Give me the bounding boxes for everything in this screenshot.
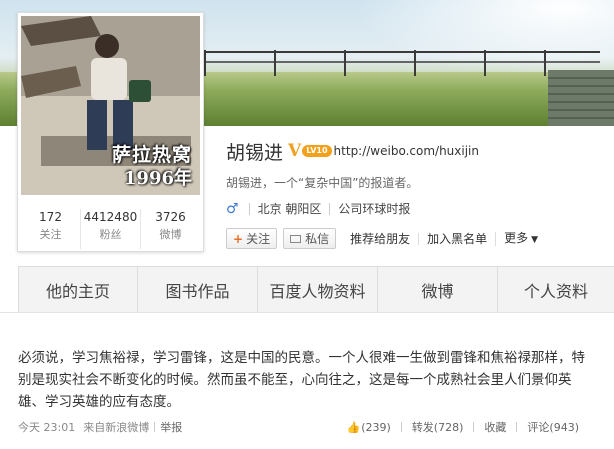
post-source[interactable]: 来自新浪微博	[83, 419, 149, 435]
profile-actions: + 关注 私信 推荐给朋友 加入黑名单 更多 ▼	[226, 228, 546, 249]
message-label: 私信	[305, 232, 330, 246]
more-menu[interactable]: 更多 ▼	[495, 230, 546, 246]
tab-baidu-profile[interactable]: 百度人物资料	[258, 267, 378, 313]
repost-button[interactable]: 转发(728)	[412, 419, 464, 435]
stat-followers-label: 粉丝	[99, 228, 122, 241]
avatar-caption-year: 1996年	[123, 168, 192, 189]
stat-following-label: 关注	[39, 228, 62, 241]
profile-meta: ♂ 北京 朝阳区 公司环球时报	[226, 200, 410, 217]
post-actions: 👍(239) 转发(728) 收藏 评论(943)	[347, 419, 579, 435]
profile-intro: 胡锡进，一个“复杂中国”的报道者。	[226, 176, 419, 190]
like-button[interactable]: 👍(239)	[347, 421, 391, 434]
tab-home[interactable]: 他的主页	[18, 267, 138, 313]
divider	[473, 422, 475, 432]
stat-posts-value: 3726	[155, 210, 186, 224]
male-icon: ♂	[226, 200, 239, 217]
tab-personal-info[interactable]: 个人资料	[498, 267, 614, 313]
stats-bar: 172 关注 4412480 粉丝 3726 微博	[21, 209, 200, 249]
tab-weibo[interactable]: 微博	[378, 267, 498, 313]
stat-following[interactable]: 172 关注	[21, 209, 81, 249]
thumbs-up-icon: 👍	[346, 420, 361, 434]
favorite-button[interactable]: 收藏	[484, 419, 506, 435]
avatar[interactable]: 萨拉热窝 1996年	[21, 16, 200, 195]
company-link[interactable]: 公司环球时报	[338, 200, 410, 217]
divider	[154, 422, 156, 432]
follow-button[interactable]: + 关注	[226, 228, 278, 249]
profile-name: 胡锡进	[226, 141, 284, 164]
more-label: 更多	[504, 230, 529, 245]
message-button[interactable]: 私信	[283, 228, 337, 249]
home-url-link[interactable]: http://weibo.com/huxijin	[334, 144, 479, 158]
divider	[248, 202, 250, 215]
follow-label: 关注	[246, 232, 271, 246]
blacklist-link[interactable]: 加入黑名单	[418, 232, 495, 245]
cover-fence	[200, 50, 600, 76]
chevron-down-icon: ▼	[531, 234, 539, 245]
stat-followers-value: 4412480	[83, 210, 138, 224]
stat-following-value: 172	[39, 210, 62, 224]
like-count: (239)	[361, 420, 391, 434]
profile-tabs: 他的主页 图书作品 百度人物资料 微博 个人资料	[18, 266, 614, 313]
level-badge[interactable]: LV10	[302, 145, 332, 157]
stat-posts[interactable]: 3726 微博	[141, 209, 200, 249]
report-link[interactable]: 举报	[160, 419, 182, 435]
post-meta: 今天 23:01 来自新浪微博 举报	[18, 419, 182, 435]
divider	[516, 422, 518, 432]
tab-books[interactable]: 图书作品	[138, 267, 258, 313]
profile-name-row: 胡锡进 V LV10 http://weibo.com/huxijin	[226, 138, 479, 164]
stat-followers[interactable]: 4412480 粉丝	[81, 209, 141, 249]
post-text: 必须说，学习焦裕禄，学习雷锋，这是中国的民意。一个人很难一生做到雷锋和焦裕禄那样…	[18, 350, 585, 410]
feed-post: 必须说，学习焦裕禄，学习雷锋，这是中国的民意。一个人很难一生做到雷锋和焦裕禄那样…	[0, 312, 614, 449]
stat-posts-label: 微博	[159, 228, 182, 241]
cover-stairs	[548, 70, 614, 126]
avatar-card: 萨拉热窝 1996年 172 关注 4412480 粉丝 3726 微博	[17, 12, 204, 252]
comment-button[interactable]: 评论(943)	[527, 419, 579, 435]
avatar-caption: 萨拉热窝 1996年	[112, 143, 192, 191]
avatar-caption-place: 萨拉热窝	[111, 144, 192, 166]
recommend-link[interactable]: 推荐给朋友	[342, 233, 418, 245]
location-link[interactable]: 北京 朝阳区	[258, 200, 322, 217]
verified-icon[interactable]: V	[288, 141, 301, 161]
envelope-icon	[290, 234, 302, 243]
plus-icon: +	[233, 231, 244, 246]
divider	[400, 422, 402, 432]
post-time[interactable]: 今天 23:01	[18, 419, 75, 435]
divider	[329, 202, 331, 215]
